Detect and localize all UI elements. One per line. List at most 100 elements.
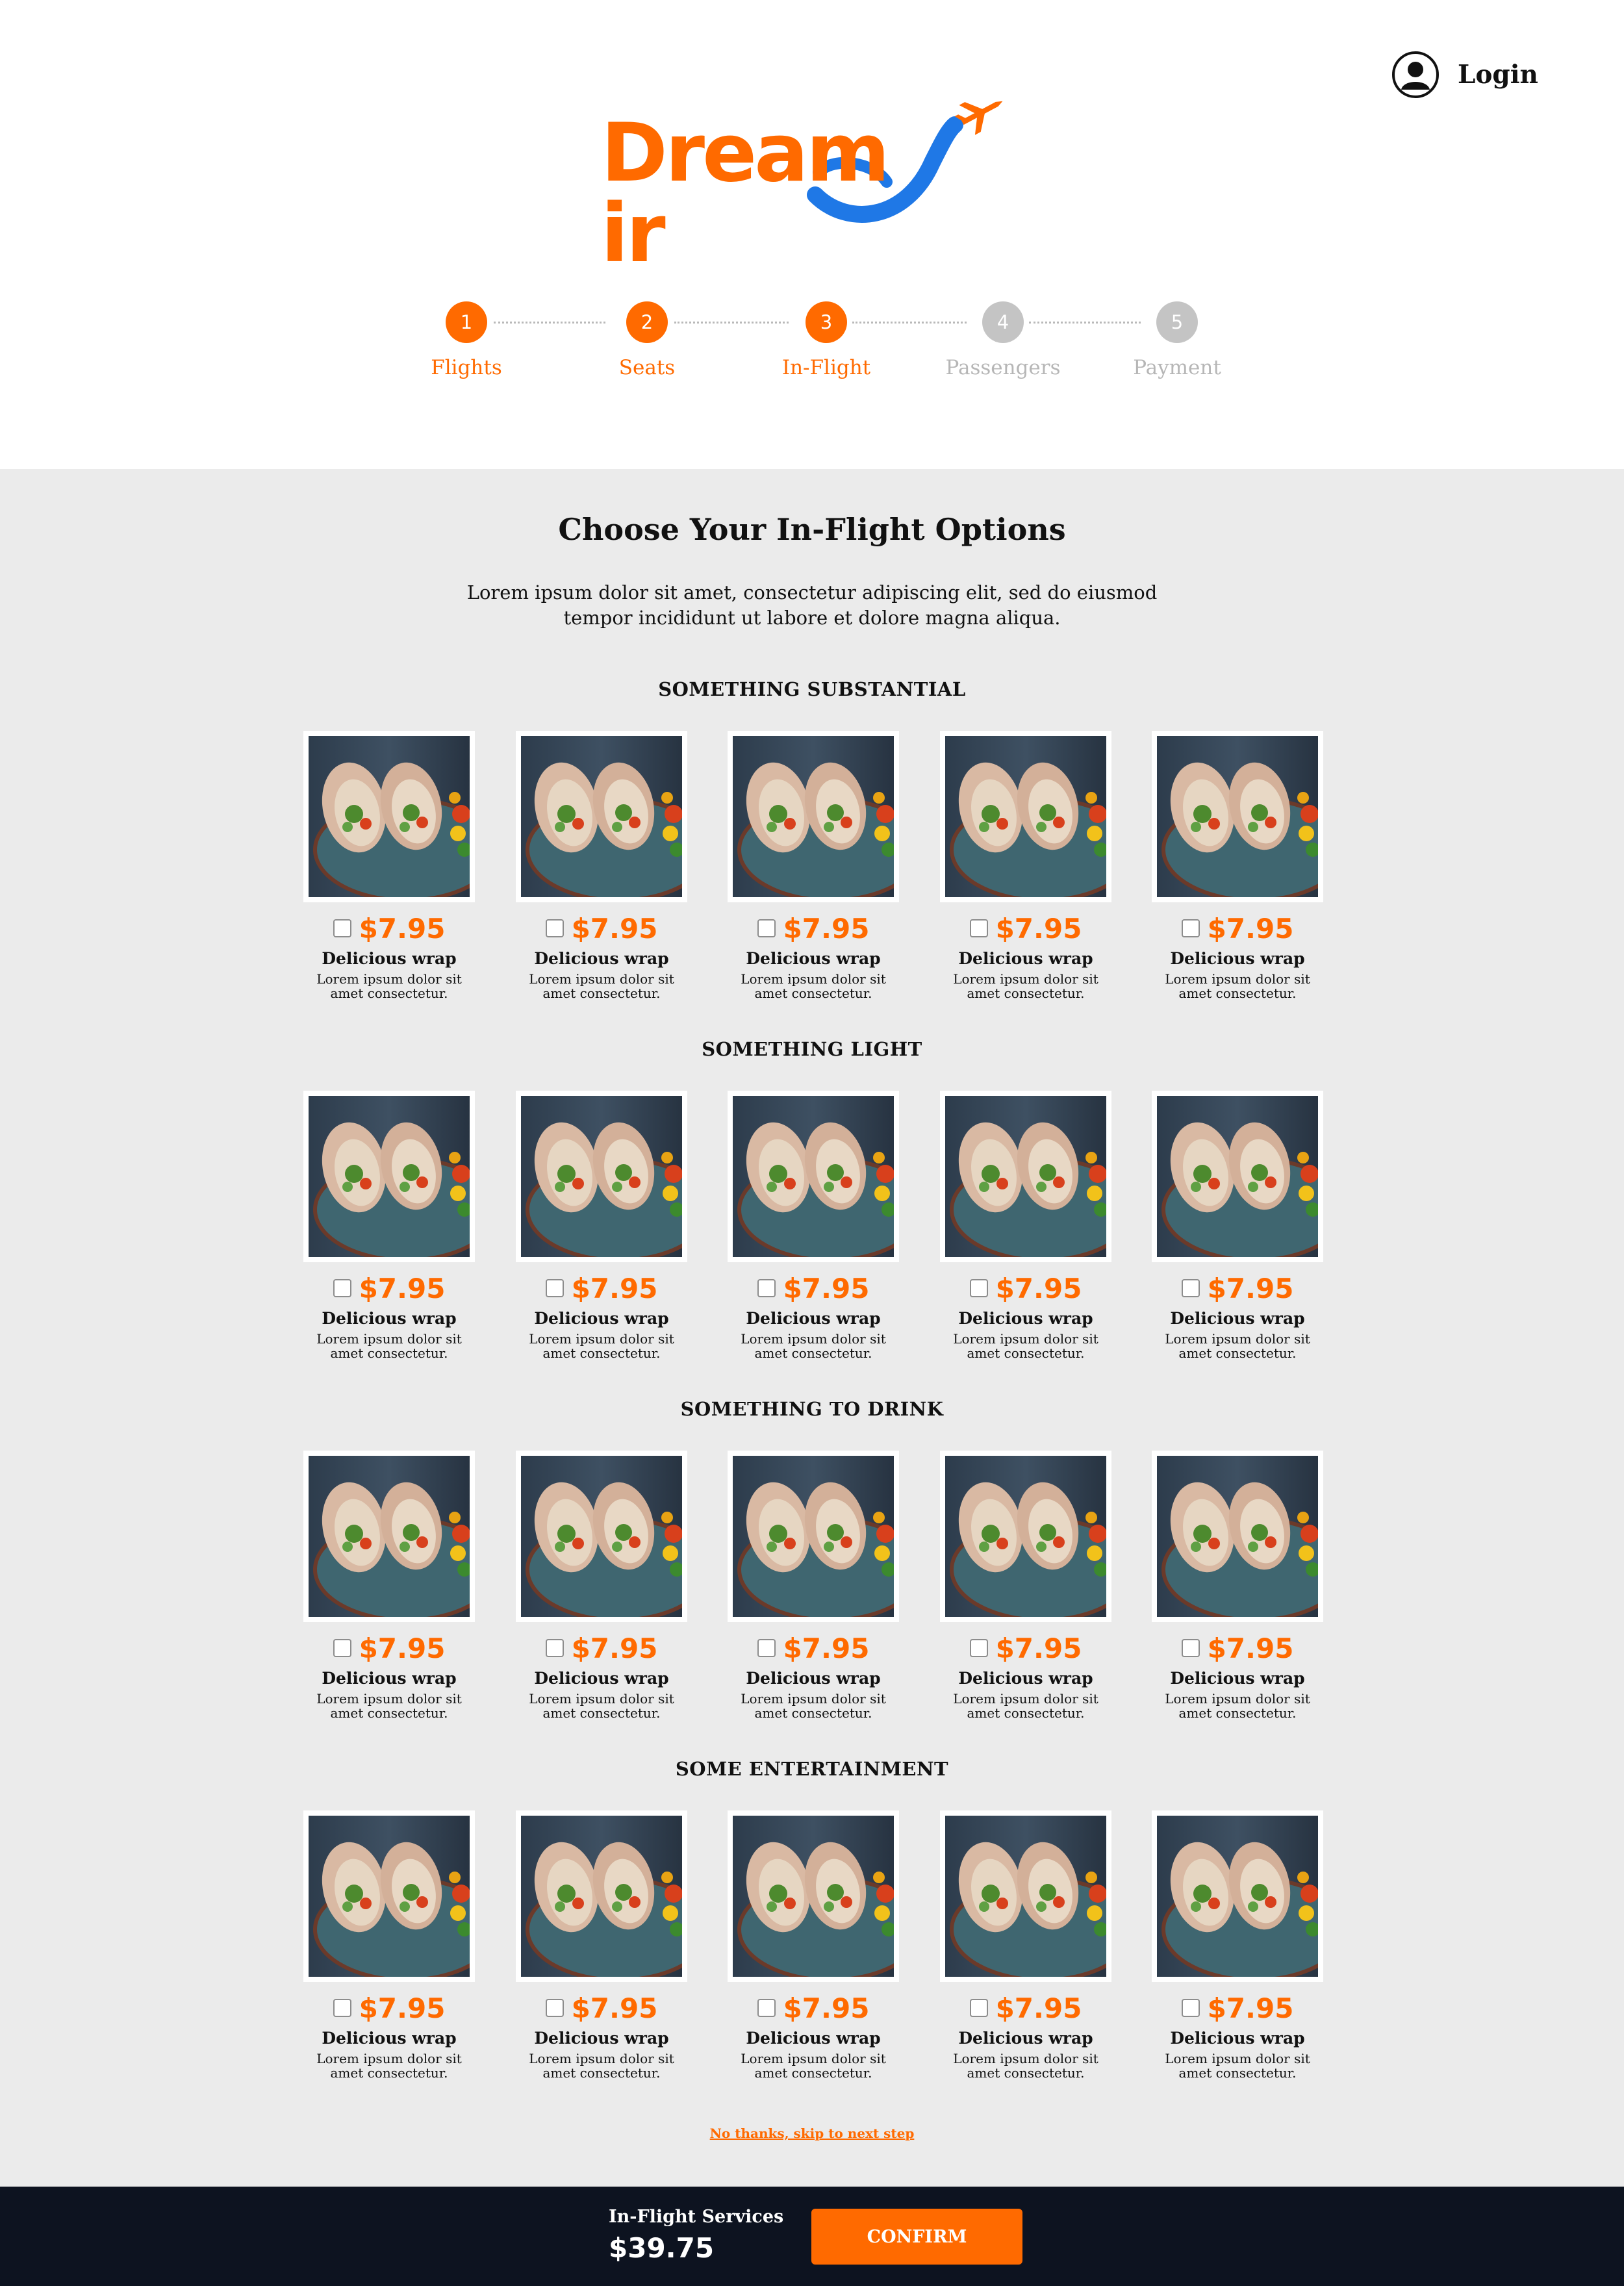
item-name: Delicious wrap <box>534 1309 669 1328</box>
item-image[interactable] <box>728 1451 899 1622</box>
section-title: SOMETHING TO DRINK <box>680 1398 944 1420</box>
select-checkbox[interactable] <box>545 1999 564 2017</box>
food-photo <box>733 1456 894 1617</box>
option-card: $7.95 Delicious wrap Lorem ipsum dolor s… <box>303 1091 475 1360</box>
item-price: $7.95 <box>995 912 1082 945</box>
dreamair-logo[interactable]: Dreamir <box>601 91 1023 274</box>
select-checkbox[interactable] <box>1181 1279 1200 1297</box>
option-card: $7.95 Delicious wrap Lorem ipsum dolor s… <box>940 1810 1111 2080</box>
step-number: 2 <box>626 301 668 343</box>
option-card: $7.95 Delicious wrap Lorem ipsum dolor s… <box>728 731 899 1000</box>
step-label: Seats <box>618 356 676 379</box>
select-checkbox[interactable] <box>333 919 351 937</box>
option-card: $7.95 Delicious wrap Lorem ipsum dolor s… <box>303 1451 475 1720</box>
select-checkbox[interactable] <box>1181 1639 1200 1657</box>
services-total: $39.75 <box>609 2232 715 2264</box>
item-image[interactable] <box>1152 1451 1323 1622</box>
services-label: In-Flight Services <box>609 2207 784 2227</box>
item-image[interactable] <box>1152 1810 1323 1982</box>
food-photo <box>945 1816 1106 1977</box>
select-checkbox[interactable] <box>969 1639 988 1657</box>
select-checkbox[interactable] <box>757 1639 776 1657</box>
item-image[interactable] <box>516 1451 687 1622</box>
select-checkbox[interactable] <box>969 1279 988 1297</box>
item-image[interactable] <box>940 1810 1111 1982</box>
item-image[interactable] <box>303 1810 475 1982</box>
item-image[interactable] <box>1152 731 1323 902</box>
item-price: $7.95 <box>359 1992 446 2024</box>
item-image[interactable] <box>303 731 475 902</box>
item-image[interactable] <box>1152 1091 1323 1262</box>
step-label: Passengers <box>945 356 1061 379</box>
item-description: Lorem ipsum dolor sit amet consectetur. <box>1165 971 1310 1001</box>
item-image[interactable] <box>940 1451 1111 1622</box>
step-label: Payment <box>1133 356 1221 379</box>
item-name: Delicious wrap <box>534 2029 669 2048</box>
section-title: SOME ENTERTAINMENT <box>675 1758 949 1780</box>
food-photo <box>521 1456 682 1617</box>
item-image[interactable] <box>728 731 899 902</box>
step-number: 4 <box>982 301 1024 343</box>
item-price: $7.95 <box>359 1272 446 1304</box>
item-description: Lorem ipsum dolor sit amet consectetur. <box>529 1691 674 1721</box>
step-payment: 5 Payment <box>1106 301 1249 379</box>
item-image[interactable] <box>516 1091 687 1262</box>
item-price: $7.95 <box>1207 1632 1294 1664</box>
summary-footer: In-Flight Services $39.75 CONFIRM <box>0 2187 1624 2286</box>
food-photo <box>1157 1456 1318 1617</box>
step-flights[interactable]: 1 Flights <box>395 301 538 379</box>
login-button[interactable]: Login <box>1391 50 1538 99</box>
select-checkbox[interactable] <box>333 1999 351 2017</box>
section-title: SOMETHING LIGHT <box>702 1038 922 1060</box>
item-image[interactable] <box>940 731 1111 902</box>
select-checkbox[interactable] <box>545 1639 564 1657</box>
select-checkbox[interactable] <box>757 1999 776 2017</box>
option-card: $7.95 Delicious wrap Lorem ipsum dolor s… <box>940 1091 1111 1360</box>
step-seats[interactable]: 2 Seats <box>576 301 718 379</box>
step-number: 3 <box>806 301 847 343</box>
select-checkbox[interactable] <box>757 1279 776 1297</box>
item-name: Delicious wrap <box>322 1669 457 1688</box>
select-checkbox[interactable] <box>333 1279 351 1297</box>
item-image[interactable] <box>728 1810 899 1982</box>
select-checkbox[interactable] <box>333 1639 351 1657</box>
select-checkbox[interactable] <box>969 919 988 937</box>
select-checkbox[interactable] <box>969 1999 988 2017</box>
item-description: Lorem ipsum dolor sit amet consectetur. <box>953 1691 1098 1721</box>
item-image[interactable] <box>728 1091 899 1262</box>
food-photo <box>309 1456 470 1617</box>
item-name: Delicious wrap <box>746 949 881 968</box>
item-price: $7.95 <box>571 912 658 945</box>
item-name: Delicious wrap <box>746 1309 881 1328</box>
item-name: Delicious wrap <box>958 949 1093 968</box>
option-card: $7.95 Delicious wrap Lorem ipsum dolor s… <box>728 1810 899 2080</box>
food-photo <box>733 1816 894 1977</box>
select-checkbox[interactable] <box>1181 1999 1200 2017</box>
food-photo <box>309 1816 470 1977</box>
item-image[interactable] <box>516 1810 687 1982</box>
item-image[interactable] <box>516 731 687 902</box>
select-checkbox[interactable] <box>757 919 776 937</box>
item-image[interactable] <box>940 1091 1111 1262</box>
select-checkbox[interactable] <box>545 919 564 937</box>
item-price: $7.95 <box>1207 912 1294 945</box>
skip-step-link[interactable]: No thanks, skip to next step <box>710 2126 915 2141</box>
option-card: $7.95 Delicious wrap Lorem ipsum dolor s… <box>516 1451 687 1720</box>
item-name: Delicious wrap <box>322 949 457 968</box>
item-price: $7.95 <box>995 1632 1082 1664</box>
option-card: $7.95 Delicious wrap Lorem ipsum dolor s… <box>516 731 687 1000</box>
confirm-button[interactable]: CONFIRM <box>811 2209 1022 2265</box>
step-in-flight[interactable]: 3 In-Flight <box>755 301 898 379</box>
select-checkbox[interactable] <box>545 1279 564 1297</box>
item-image[interactable] <box>303 1451 475 1622</box>
item-description: Lorem ipsum dolor sit amet consectetur. <box>316 971 462 1001</box>
step-label: In-Flight <box>781 356 871 379</box>
food-photo <box>945 1456 1106 1617</box>
select-checkbox[interactable] <box>1181 919 1200 937</box>
option-card: $7.95 Delicious wrap Lorem ipsum dolor s… <box>1152 1810 1323 2080</box>
item-price: $7.95 <box>359 1632 446 1664</box>
item-price: $7.95 <box>783 1632 870 1664</box>
item-image[interactable] <box>303 1091 475 1262</box>
option-card: $7.95 Delicious wrap Lorem ipsum dolor s… <box>516 1091 687 1360</box>
item-name: Delicious wrap <box>1170 2029 1305 2048</box>
